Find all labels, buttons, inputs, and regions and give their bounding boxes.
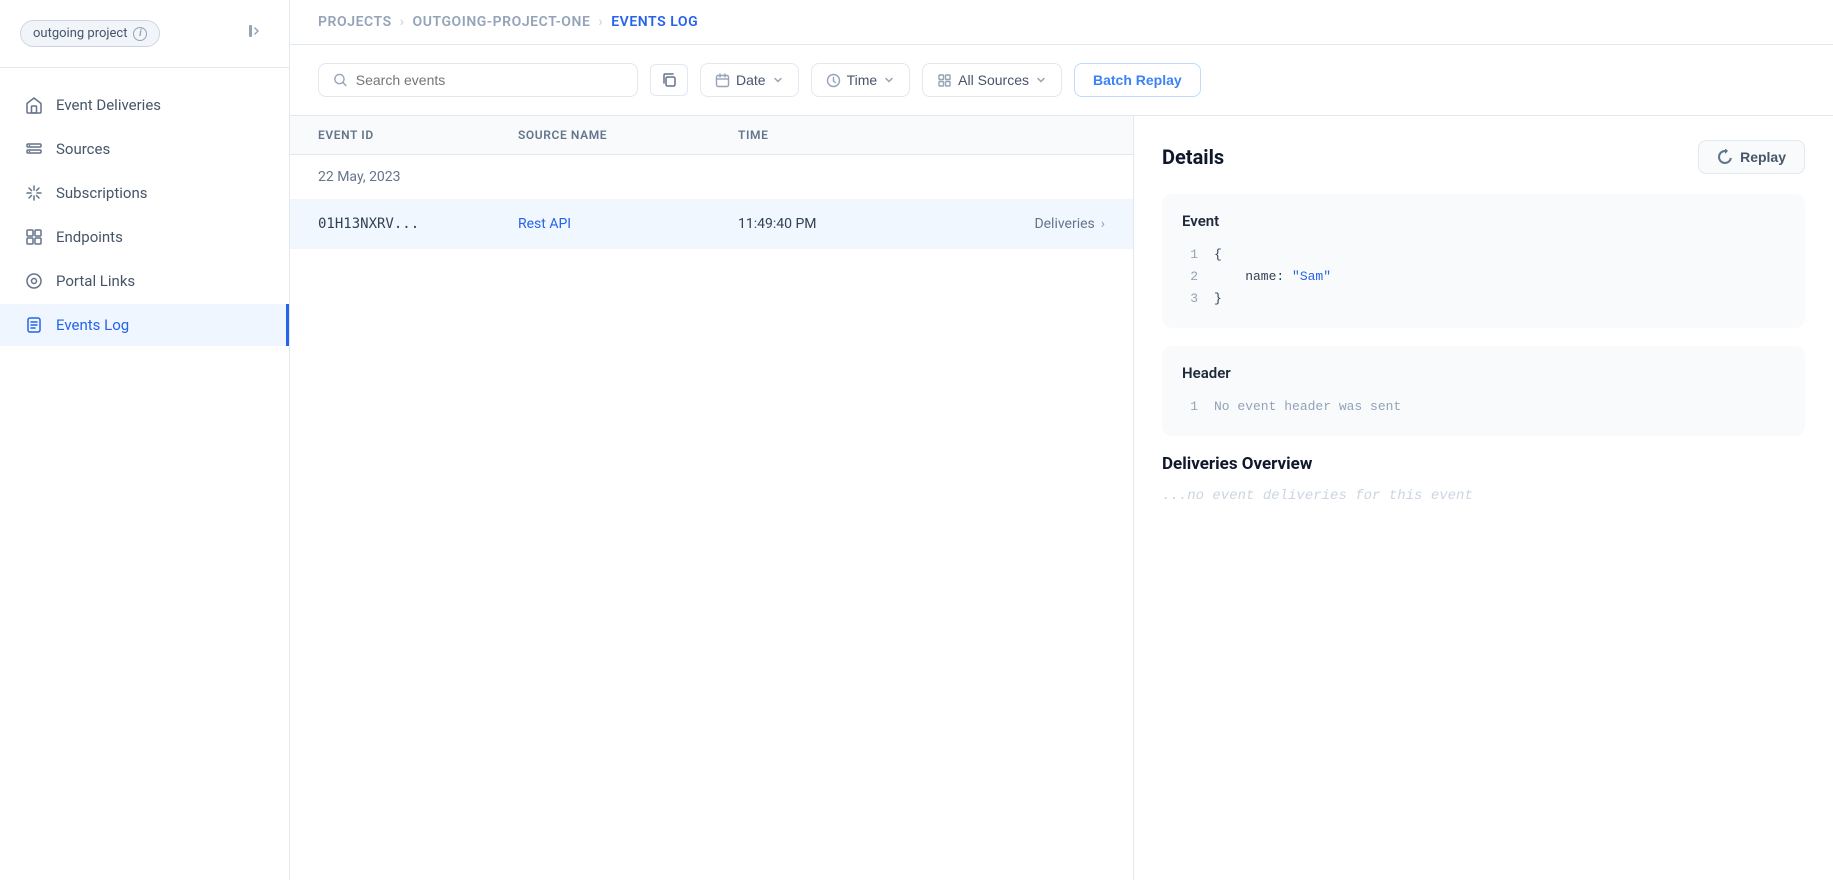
clock-icon — [826, 73, 841, 88]
chevron-right-icon: › — [1101, 216, 1105, 232]
date-filter-button[interactable]: Date — [700, 63, 799, 97]
project-name: outgoing project — [33, 26, 127, 41]
event-time-cell: 11:49:40 PM — [738, 216, 918, 232]
deliveries-overview: Deliveries Overview ...no event deliveri… — [1162, 454, 1805, 504]
grid-icon — [937, 73, 952, 88]
sidebar-item-label: Subscriptions — [56, 184, 147, 202]
time-filter-button[interactable]: Time — [811, 63, 911, 97]
sidebar-item-event-deliveries[interactable]: Event Deliveries — [0, 84, 289, 126]
all-sources-button[interactable]: All Sources — [922, 63, 1062, 97]
details-title: Details — [1162, 145, 1224, 169]
table-header: EVENT ID SOURCE NAME TIME — [290, 116, 1133, 155]
sidebar-item-label: Sources — [56, 140, 110, 158]
breadcrumb: PROJECTS › OUTGOING-PROJECT-ONE › EVENTS… — [318, 14, 698, 30]
event-section: Event 1 { 2 name: "Sam" 3 } — [1162, 194, 1805, 328]
home-icon — [24, 95, 44, 115]
chevron-down-icon — [772, 74, 784, 86]
sidebar-item-portal-links[interactable]: Portal Links — [0, 260, 289, 302]
line-num: 2 — [1182, 266, 1198, 288]
breadcrumb-projects[interactable]: PROJECTS — [318, 14, 392, 30]
info-icon: i — [133, 27, 147, 41]
header-code-content: No event header was sent — [1214, 396, 1401, 418]
breadcrumb-sep2: › — [598, 14, 603, 30]
time-filter-label: Time — [847, 72, 878, 88]
sidebar-item-endpoints[interactable]: Endpoints — [0, 216, 289, 258]
portal-links-icon — [24, 271, 44, 291]
line-num: 1 — [1182, 396, 1198, 418]
copy-icon — [661, 72, 677, 88]
deliveries-overview-title: Deliveries Overview — [1162, 454, 1805, 474]
event-id-cell: 01H13NXRV... — [318, 216, 518, 232]
sidebar-item-label: Events Log — [56, 316, 129, 334]
main-content: PROJECTS › OUTGOING-PROJECT-ONE › EVENTS… — [290, 0, 1833, 880]
no-deliveries-text: ...no event deliveries for this event — [1162, 488, 1805, 504]
sidebar-item-events-log[interactable]: Events Log — [0, 304, 289, 346]
batch-replay-button[interactable]: Batch Replay — [1074, 63, 1201, 97]
nav-menu: Event Deliveries Sources Sub — [0, 68, 289, 362]
col-time: TIME — [738, 128, 918, 142]
source-name-cell[interactable]: Rest API — [518, 216, 738, 232]
col-actions — [918, 128, 1105, 142]
sidebar-item-sources[interactable]: Sources — [0, 128, 289, 170]
search-input[interactable] — [356, 72, 623, 88]
breadcrumb-project-name[interactable]: OUTGOING-PROJECT-ONE — [413, 14, 591, 30]
endpoints-icon — [24, 227, 44, 247]
chevron-down-icon — [1035, 74, 1047, 86]
copy-button[interactable] — [650, 64, 688, 96]
sidebar-item-label: Portal Links — [56, 272, 135, 290]
search-box[interactable] — [318, 63, 638, 97]
code-content: { — [1214, 244, 1222, 266]
sidebar: outgoing project i Event Deliveries — [0, 0, 290, 880]
topbar: PROJECTS › OUTGOING-PROJECT-ONE › EVENTS… — [290, 0, 1833, 45]
toolbar: Date Time All Sources — [290, 45, 1833, 116]
breadcrumb-sep1: › — [400, 14, 405, 30]
sidebar-header: outgoing project i — [0, 0, 289, 68]
deliveries-label: Deliveries — [1034, 216, 1094, 232]
code-line-2: 2 name: "Sam" — [1182, 266, 1785, 288]
sidebar-item-subscriptions[interactable]: Subscriptions — [0, 172, 289, 214]
events-panel: EVENT ID SOURCE NAME TIME 22 May, 2023 0… — [290, 116, 1133, 880]
sources-icon — [24, 139, 44, 159]
sidebar-item-label: Endpoints — [56, 228, 123, 246]
details-panel: Details Replay Event 1 { 2 — [1133, 116, 1833, 880]
calendar-icon — [715, 73, 730, 88]
sidebar-item-label: Event Deliveries — [56, 96, 161, 114]
replay-icon — [1717, 149, 1733, 165]
header-code-block: 1 No event header was sent — [1182, 396, 1785, 418]
event-code-block: 1 { 2 name: "Sam" 3 } — [1182, 244, 1785, 310]
content-area: EVENT ID SOURCE NAME TIME 22 May, 2023 0… — [290, 116, 1833, 880]
project-badge[interactable]: outgoing project i — [20, 20, 160, 47]
search-icon — [333, 72, 348, 88]
event-section-label: Event — [1182, 212, 1785, 230]
collapse-icon — [247, 22, 265, 40]
breadcrumb-current: EVENTS LOG — [611, 14, 698, 30]
header-section-label: Header — [1182, 364, 1785, 382]
code-content: name: "Sam" — [1214, 266, 1331, 288]
code-line-1: 1 { — [1182, 244, 1785, 266]
collapse-button[interactable] — [243, 18, 269, 49]
deliveries-cell[interactable]: Deliveries › — [918, 216, 1105, 232]
header-section: Header 1 No event header was sent — [1162, 346, 1805, 436]
col-event-id: EVENT ID — [318, 128, 518, 142]
code-content: } — [1214, 288, 1222, 310]
replay-button[interactable]: Replay — [1698, 140, 1805, 174]
date-separator: 22 May, 2023 — [290, 155, 1133, 200]
table-row[interactable]: 01H13NXRV... Rest API 11:49:40 PM Delive… — [290, 200, 1133, 249]
code-line-3: 3 } — [1182, 288, 1785, 310]
line-num: 1 — [1182, 244, 1198, 266]
details-header: Details Replay — [1162, 140, 1805, 174]
date-filter-label: Date — [736, 72, 766, 88]
all-sources-label: All Sources — [958, 72, 1029, 88]
subscriptions-icon — [24, 183, 44, 203]
events-log-icon — [24, 315, 44, 335]
chevron-down-icon — [883, 74, 895, 86]
header-code-line: 1 No event header was sent — [1182, 396, 1785, 418]
col-source-name: SOURCE NAME — [518, 128, 738, 142]
line-num: 3 — [1182, 288, 1198, 310]
